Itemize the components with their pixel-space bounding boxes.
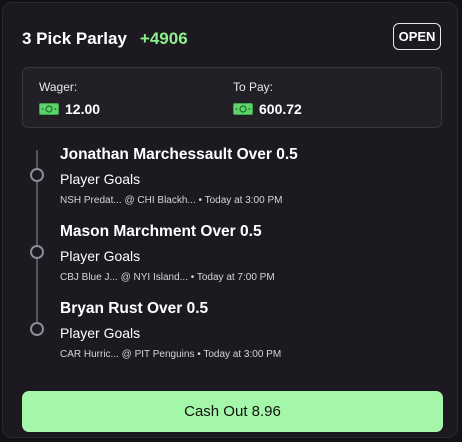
leg-title: Jonathan Marchessault Over 0.5 <box>60 146 298 163</box>
wager-label: Wager: <box>39 80 78 94</box>
parlay-title: 3 Pick Parlay <box>22 29 127 48</box>
cash-icon <box>233 103 253 115</box>
status-badge: OPEN <box>393 23 441 50</box>
payout-value: 600.72 <box>233 101 302 117</box>
timeline-dot <box>30 245 44 259</box>
cash-icon <box>39 103 59 115</box>
wager-amount: 12.00 <box>65 101 101 117</box>
timeline-dot <box>30 322 44 336</box>
leg-meta: NSH Predat... @ CHI Blackh... • Today at… <box>60 195 283 206</box>
parlay-header: 3 Pick Parlay +4906 <box>22 28 188 50</box>
leg-market: Player Goals <box>60 325 141 341</box>
timeline-dot <box>30 168 44 182</box>
payout-amount: 600.72 <box>259 101 302 117</box>
leg-item[interactable]: Bryan Rust Over 0.5 Player Goals CAR Hur… <box>60 300 281 360</box>
leg-market: Player Goals <box>60 171 141 187</box>
leg-meta: CAR Hurric... @ PIT Penguins • Today at … <box>60 349 282 360</box>
leg-title: Mason Marchment Over 0.5 <box>60 223 262 240</box>
leg-meta: CBJ Blue J... @ NYI Island... • Today at… <box>60 272 275 283</box>
wager-value: 12.00 <box>39 101 100 117</box>
leg-market: Player Goals <box>60 248 141 264</box>
wager-column: Wager: 12.00 <box>39 80 100 117</box>
leg-item[interactable]: Jonathan Marchessault Over 0.5 Player Go… <box>60 146 298 206</box>
payout-column: To Pay: 600.72 <box>233 80 302 117</box>
wager-summary: Wager: 12.00 To Pay: 600.72 <box>22 67 442 128</box>
payout-label: To Pay: <box>233 80 274 94</box>
leg-item[interactable]: Mason Marchment Over 0.5 Player Goals CB… <box>60 223 275 283</box>
parlay-odds: +4906 <box>139 29 188 48</box>
cash-out-button[interactable]: Cash Out 8.96 <box>22 391 443 432</box>
leg-title: Bryan Rust Over 0.5 <box>60 300 209 317</box>
